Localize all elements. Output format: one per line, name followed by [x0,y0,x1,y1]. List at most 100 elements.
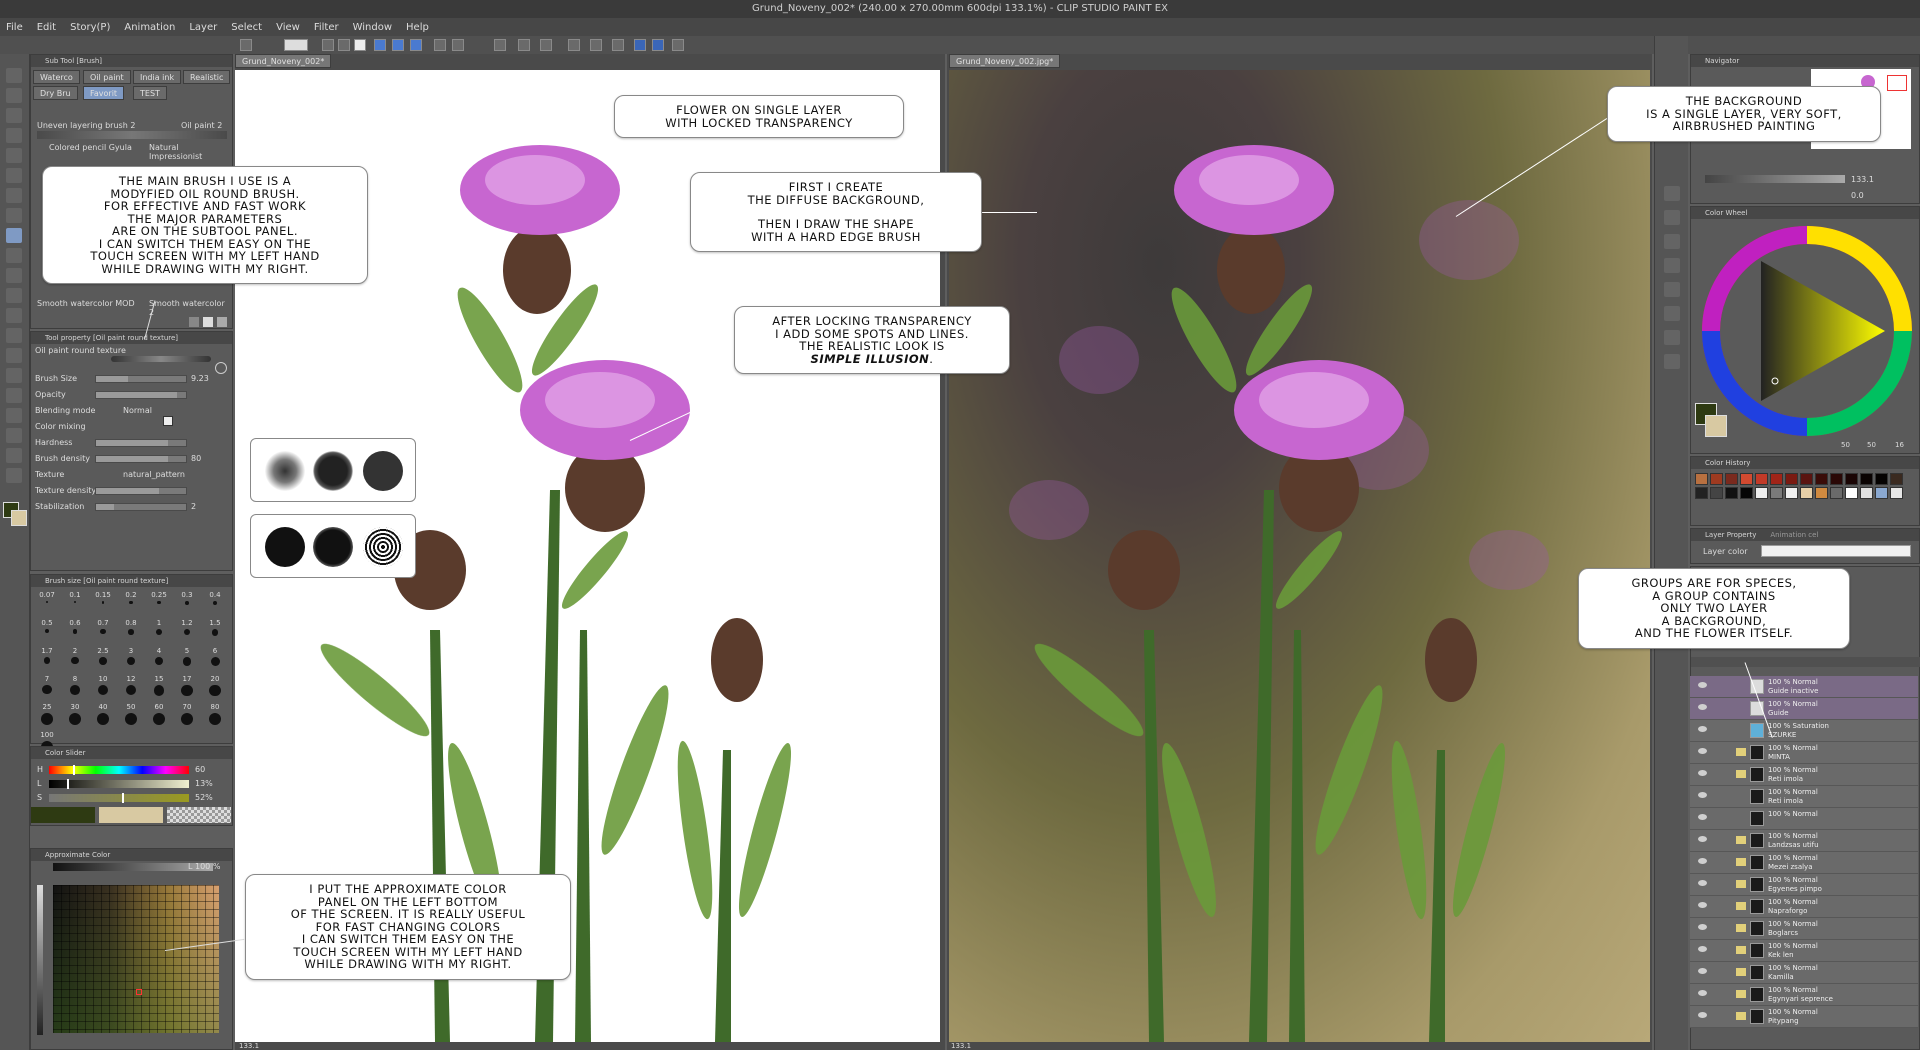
transparent-color-swatch[interactable] [167,807,231,823]
eye-icon[interactable] [1698,902,1707,908]
line-tool-icon[interactable] [6,468,22,483]
brush-size-preset[interactable]: 6 [201,647,229,675]
eye-icon[interactable] [1698,704,1707,710]
brush-size-preset[interactable]: 12 [117,675,145,703]
snap2-icon[interactable] [652,39,664,51]
copy-brush-icon[interactable] [203,317,213,327]
save-icon[interactable] [354,39,366,51]
brush-size-preset[interactable]: 1.2 [173,619,201,647]
new-brush-icon[interactable] [189,317,199,327]
brush-size-preset[interactable]: 0.5 [33,619,61,647]
history-swatch[interactable] [1695,487,1708,499]
panel-icon-1[interactable] [1664,186,1680,201]
menu-window[interactable]: Window [353,22,392,33]
tab-india-ink[interactable]: India ink [133,70,182,84]
history-swatch[interactable] [1845,487,1858,499]
undo-icon[interactable] [434,39,446,51]
ruler-icon[interactable] [612,39,624,51]
frame-tool-icon[interactable] [6,388,22,403]
approx-vertical-slider[interactable] [37,885,43,1035]
tab-favorit[interactable]: Favorit [83,86,125,100]
snap-icon[interactable] [634,39,646,51]
brush-size-preset[interactable]: 0.2 [117,591,145,619]
property-slider[interactable] [95,439,187,447]
eye-icon[interactable] [1698,858,1707,864]
brush-colored-pencil[interactable]: Colored pencil Gyula [49,143,132,152]
brush-size-preset[interactable]: 10 [89,675,117,703]
layer-row[interactable]: 100 % Normal Boglarcs [1690,918,1918,940]
menu-layer[interactable]: Layer [189,22,217,33]
layer-row[interactable]: 100 % Normal MINTA [1690,742,1918,764]
layer-row[interactable]: 100 % Normal Egynyari seprence [1690,984,1918,1006]
zoom-tool-icon[interactable] [6,68,22,83]
eye-icon[interactable] [1698,990,1707,996]
property-slider[interactable] [95,503,187,511]
export2-icon[interactable] [392,39,404,51]
hls-slider[interactable] [49,779,189,789]
layer-row[interactable]: 100 % Normal Kamilla [1690,962,1918,984]
layer-row[interactable]: 100 % Normal Reti imola [1690,786,1918,808]
hls-slider-handle[interactable] [72,765,75,775]
hls-slider-handle[interactable] [121,793,124,803]
brush-smooth-watercolor-2[interactable]: Smooth watercolor 2 [149,299,232,317]
history-swatch[interactable] [1755,487,1768,499]
tab-dry-brush[interactable]: Dry Bru [33,86,78,100]
brush-size-preset[interactable]: 2.5 [89,647,117,675]
eye-icon[interactable] [1698,968,1707,974]
eye-icon[interactable] [1698,924,1707,930]
brush-size-preset[interactable]: 70 [173,703,201,731]
brush-size-preset[interactable]: 1.5 [201,619,229,647]
color-wheel[interactable] [1697,221,1917,441]
brush-size-preset[interactable]: 5 [173,647,201,675]
panel-icon-2[interactable] [1664,210,1680,225]
brush-size-preset[interactable]: 0.3 [173,591,201,619]
hls-slider[interactable] [49,765,189,775]
menu-view[interactable]: View [276,22,300,33]
layer-row[interactable]: 100 % Normal Reti imola [1690,764,1918,786]
brush-size-preset[interactable]: 60 [145,703,173,731]
eye-icon[interactable] [1698,880,1707,886]
panel-icon-8[interactable] [1664,354,1680,369]
brush-size-preset[interactable]: 0.07 [33,591,61,619]
history-swatch[interactable] [1710,473,1723,485]
navigator-zoom-slider[interactable] [1705,175,1845,183]
decoration-tool-icon[interactable] [6,268,22,283]
brush-size-preset[interactable]: 0.7 [89,619,117,647]
brush-size-preset[interactable]: 0.15 [89,591,117,619]
hls-slider[interactable] [49,793,189,803]
brush-size-preset[interactable]: 2 [61,647,89,675]
panel-icon-4[interactable] [1664,258,1680,273]
export3-icon[interactable] [410,39,422,51]
layer-row[interactable]: 100 % Normal [1690,808,1918,830]
ruler-tool-icon[interactable] [6,408,22,423]
layer-row[interactable]: 100 % Normal Landzsas utifu [1690,830,1918,852]
history-swatch[interactable] [1785,473,1798,485]
blend-tool-icon[interactable] [6,308,22,323]
layer-row[interactable]: 100 % Normal Guide inactive [1690,676,1918,698]
brush-size-preset[interactable]: 25 [33,703,61,731]
menu-edit[interactable]: Edit [37,22,56,33]
eraser-tool-icon[interactable] [6,288,22,303]
pen-setting-icon[interactable] [672,39,684,51]
color-mixing-toggle-icon[interactable] [163,416,173,426]
brush-size-preset[interactable]: 4 [145,647,173,675]
text-tool-icon[interactable] [6,428,22,443]
tab-waterco[interactable]: Waterco [33,70,80,84]
history-swatch[interactable] [1860,473,1873,485]
hand-tool-icon[interactable] [6,88,22,103]
tab-canvas-right[interactable]: Grund_Noveny_002.jpg* [949,54,1061,68]
history-swatch[interactable] [1755,473,1768,485]
history-swatch[interactable] [1710,487,1723,499]
layer-row[interactable]: 100 % Normal Pitypang [1690,1006,1918,1028]
eye-icon[interactable] [1698,748,1707,754]
redo-icon[interactable] [452,39,464,51]
tab-test[interactable]: TEST [133,86,167,100]
menu-select[interactable]: Select [231,22,262,33]
layer-row[interactable]: 100 % Normal Egyenes pimpo [1690,874,1918,896]
menu-filter[interactable]: Filter [314,22,339,33]
new-file-icon[interactable] [322,39,334,51]
brush-size-preset[interactable]: 30 [61,703,89,731]
history-swatch[interactable] [1815,473,1828,485]
layer-row[interactable]: 100 % Normal Napraforgo [1690,896,1918,918]
history-swatch[interactable] [1890,487,1903,499]
